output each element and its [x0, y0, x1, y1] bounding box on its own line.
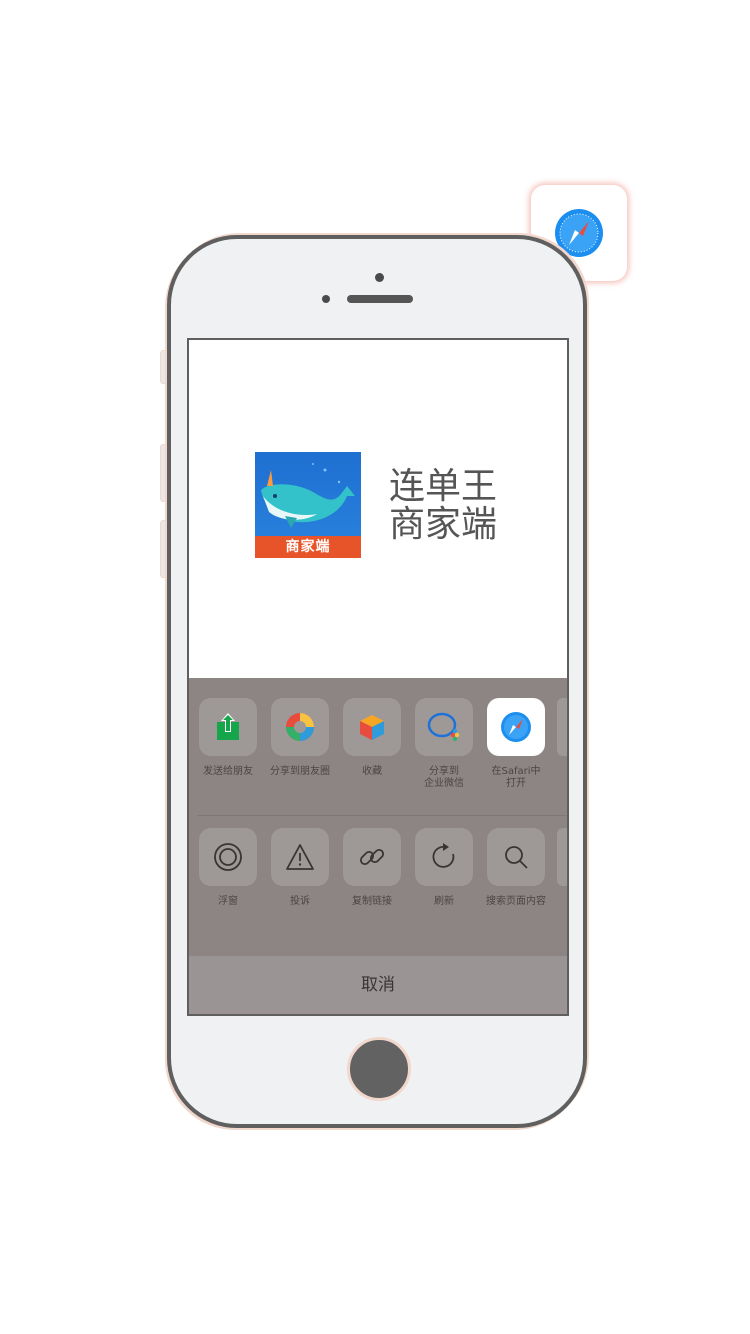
search-icon	[505, 846, 528, 869]
share-send-friend-label: 发送给朋友	[203, 766, 253, 777]
whale-app-icon: 商家端	[255, 452, 361, 558]
float-window-icon	[214, 843, 242, 871]
complaint-label: 投诉	[290, 896, 310, 907]
link-icon	[359, 848, 385, 866]
refresh-label: 刷新	[434, 896, 454, 907]
search-page-label: 搜索页面内容	[486, 896, 546, 907]
app-title: 连单王 商家端	[389, 468, 497, 544]
share-sheet: 发送给朋友 分享到朋友圈 收藏 分享到 企业微信 在Safari中 打开 浮窗 …	[189, 678, 567, 1014]
share-send-icon	[217, 713, 239, 740]
favorite[interactable]: 收藏	[336, 698, 408, 778]
favorite-cube-icon	[360, 715, 384, 740]
wework-icon	[427, 712, 460, 742]
open-in-safari-label: 在Safari中 打开	[491, 766, 541, 789]
action-row: 浮窗 投诉 复制链接 刷新 搜索页面内容	[189, 828, 567, 948]
warning-icon	[286, 844, 314, 870]
share-moments[interactable]: 分享到朋友圈	[264, 698, 336, 778]
earpiece-speaker	[347, 295, 413, 303]
copy-link[interactable]: 复制链接	[336, 828, 408, 908]
more-actions-peek[interactable]	[557, 828, 567, 886]
front-camera	[375, 273, 384, 282]
moments-icon	[286, 713, 314, 741]
favorite-label: 收藏	[362, 766, 382, 777]
float-window[interactable]: 浮窗	[192, 828, 264, 908]
refresh-icon	[432, 843, 455, 868]
whale-illustration	[261, 463, 355, 528]
app-icon-banner: 商家端	[255, 536, 361, 558]
float-window-label: 浮窗	[218, 896, 238, 907]
app-splash: 商家端 连单王 商家端	[189, 340, 567, 678]
phone-screen: 商家端 连单王 商家端 发送给朋友 分享到朋友圈 收藏 分享到 企业微信 在Sa…	[187, 338, 569, 1016]
share-row: 发送给朋友 分享到朋友圈 收藏 分享到 企业微信 在Safari中 打开	[189, 698, 567, 818]
more-share-peek[interactable]	[557, 698, 567, 756]
share-wework[interactable]: 分享到 企业微信	[408, 698, 480, 790]
open-in-safari[interactable]: 在Safari中 打开	[480, 698, 552, 790]
share-send-friend[interactable]: 发送给朋友	[192, 698, 264, 778]
app-title-line1: 连单王	[389, 466, 498, 507]
cancel-button[interactable]: 取消	[189, 956, 567, 1014]
complaint[interactable]: 投诉	[264, 828, 336, 908]
search-page[interactable]: 搜索页面内容	[480, 828, 552, 908]
safari-icon	[501, 712, 531, 742]
refresh[interactable]: 刷新	[408, 828, 480, 908]
share-moments-label: 分享到朋友圈	[270, 766, 330, 777]
sheet-divider	[197, 815, 567, 816]
home-button[interactable]	[347, 1037, 411, 1101]
copy-link-label: 复制链接	[352, 896, 392, 907]
proximity-sensor	[322, 295, 330, 303]
share-wework-label: 分享到 企业微信	[424, 766, 464, 789]
app-title-line2: 商家端	[389, 504, 498, 545]
